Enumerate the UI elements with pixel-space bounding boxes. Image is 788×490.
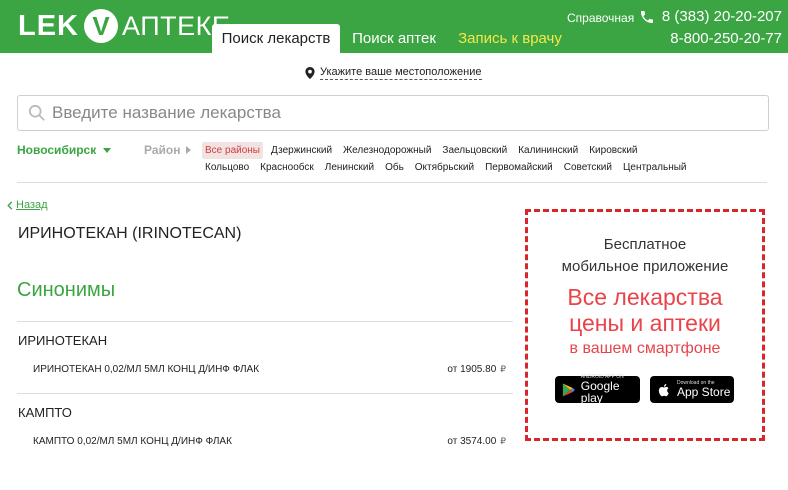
location-link[interactable]: Укажите ваше местоположение (320, 66, 482, 80)
city-label: Новосибирск (17, 143, 97, 157)
city-dropdown[interactable]: Новосибирск (17, 143, 112, 157)
synonym-group-name[interactable]: ИРИНОТЕКАН (18, 333, 107, 348)
mobile-app-promo: Бесплатное мобильное приложение Все лека… (525, 209, 765, 441)
back-link-label[interactable]: Назад (16, 199, 48, 211)
promo-headline-2: цены и аптеки (569, 310, 721, 336)
logo-v-mark: V (84, 9, 118, 43)
site-logo[interactable]: LEK V АПТЕКЕ (18, 8, 230, 44)
chevron-down-icon (103, 147, 112, 153)
drug-search-input[interactable] (52, 103, 752, 123)
row-divider (17, 321, 513, 322)
phone-icon (641, 11, 653, 23)
phone-number-toll-free[interactable]: 8-800-250-20-77 (670, 30, 782, 47)
drug-item-price: от 3574.00 ₽ (447, 436, 506, 447)
chevron-left-icon (7, 200, 13, 210)
logo-lek: LEK (18, 9, 79, 42)
district-item[interactable]: Ленинский (322, 159, 377, 176)
row-divider (17, 393, 513, 394)
drug-item-price: от 1905.80 ₽ (447, 364, 506, 375)
apple-icon (658, 383, 669, 396)
district-item[interactable]: Краснообск (257, 159, 317, 176)
phone-number-local[interactable]: 8 (383) 20-20-207 (662, 8, 782, 25)
app-store-button[interactable]: Download on the App Store (650, 376, 734, 403)
chevron-right-icon (186, 146, 192, 154)
district-item[interactable]: Заельцовский (439, 142, 510, 159)
drug-item-name[interactable]: ИРИНОТЕКАН 0,02/МЛ 5МЛ КОНЦ Д/ИНФ ФЛАК (33, 364, 259, 375)
google-play-icon (562, 383, 575, 396)
district-item[interactable]: Первомайский (482, 159, 556, 176)
drug-search-box[interactable] (17, 95, 769, 131)
district-item[interactable]: Октябрьский (412, 159, 477, 176)
district-item[interactable]: Кировский (586, 142, 640, 159)
ruble-sign: ₽ (500, 436, 506, 446)
google-play-button[interactable]: ANDROID APP ON Google play (555, 375, 640, 405)
top-header: LEK V АПТЕКЕ Поиск лекарств Поиск аптек … (0, 0, 788, 53)
drug-item-name[interactable]: КАМПТО 0,02/МЛ 5МЛ КОНЦ Д/ИНФ ФЛАК (33, 436, 232, 447)
tab-pharmacy-search[interactable]: Поиск аптек (346, 24, 442, 53)
district-item[interactable]: Калининский (515, 142, 581, 159)
price-value: от 1905.80 (447, 364, 497, 375)
help-desk-label: Справочная (567, 11, 635, 25)
promo-line-app: мобильное приложение (561, 258, 729, 275)
district-item[interactable]: Дзержинский (268, 142, 335, 159)
district-item[interactable]: Обь (382, 159, 407, 176)
district-label-text: Район (144, 143, 181, 157)
filter-divider (17, 182, 767, 183)
app-store-label: App Store (677, 385, 731, 399)
tab-doctor-appointment[interactable]: Запись к врачу (452, 24, 568, 53)
synonym-group-name[interactable]: КАМПТО (18, 405, 72, 420)
search-icon (28, 104, 45, 121)
drug-title: ИРИНОТЕКАН (IRINOTECAN) (18, 225, 242, 242)
district-label: Район (144, 143, 192, 157)
promo-headline-1: Все лекарства (567, 284, 723, 310)
district-list: Все районы Дзержинский Железнодорожный Заел… (202, 142, 702, 176)
google-play-label: Google play (580, 379, 620, 405)
map-pin-icon (305, 67, 315, 79)
district-item[interactable]: Советский (561, 159, 615, 176)
district-item[interactable]: Центральный (620, 159, 690, 176)
promo-subline: в вашем смартфоне (569, 340, 721, 357)
promo-line-free: Бесплатное (603, 236, 687, 253)
district-all[interactable]: Все районы (202, 142, 263, 159)
price-value: от 3574.00 (447, 436, 497, 447)
ruble-sign: ₽ (500, 364, 506, 374)
location-selector[interactable]: Укажите ваше местоположение (305, 66, 482, 80)
district-item[interactable]: Железнодорожный (340, 142, 434, 159)
back-link[interactable]: Назад (7, 199, 48, 211)
synonyms-heading: Синонимы (17, 279, 116, 301)
district-item[interactable]: Кольцово (202, 159, 252, 176)
tab-drug-search[interactable]: Поиск лекарств (212, 24, 340, 53)
